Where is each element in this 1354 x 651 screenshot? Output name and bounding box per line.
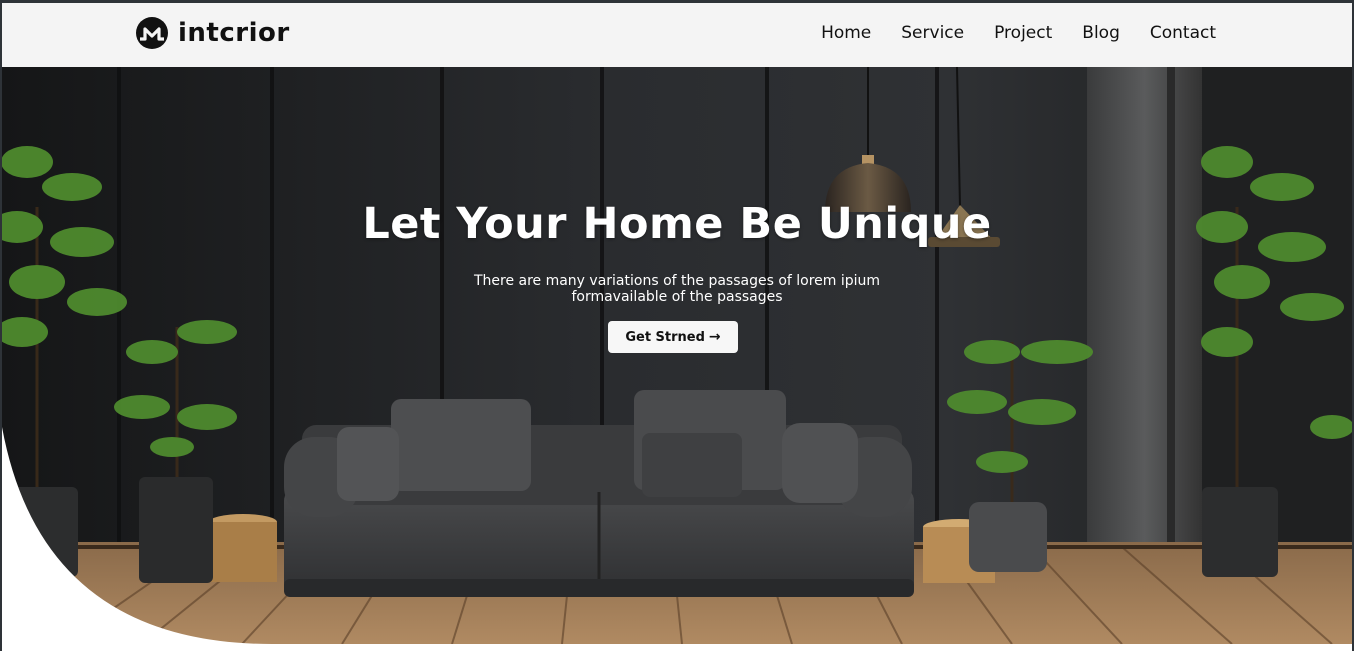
- nav-service[interactable]: Service: [901, 23, 964, 43]
- monero-m-icon: [136, 17, 168, 49]
- page-frame: intcrior Home Service Project Blog Conta…: [0, 0, 1354, 651]
- hero-title: Let Your Home Be Unique: [362, 199, 992, 249]
- nav-blog[interactable]: Blog: [1082, 23, 1120, 43]
- hero-section: Let Your Home Be Unique There are many v…: [2, 67, 1352, 644]
- nav-project[interactable]: Project: [994, 23, 1052, 43]
- arrow-right-icon: →: [708, 329, 721, 345]
- hero-background-image: [2, 67, 1352, 644]
- nav-contact[interactable]: Contact: [1150, 23, 1216, 43]
- logo-link[interactable]: intcrior: [136, 17, 290, 49]
- main-nav: Home Service Project Blog Contact: [821, 23, 1216, 43]
- get-started-label: Get Strned: [625, 329, 705, 345]
- get-started-button[interactable]: Get Strned →: [608, 321, 738, 353]
- hero-subtitle: There are many variations of the passage…: [473, 273, 881, 305]
- logo-text: intcrior: [178, 18, 290, 48]
- nav-home[interactable]: Home: [821, 23, 871, 43]
- site-header: intcrior Home Service Project Blog Conta…: [2, 3, 1352, 68]
